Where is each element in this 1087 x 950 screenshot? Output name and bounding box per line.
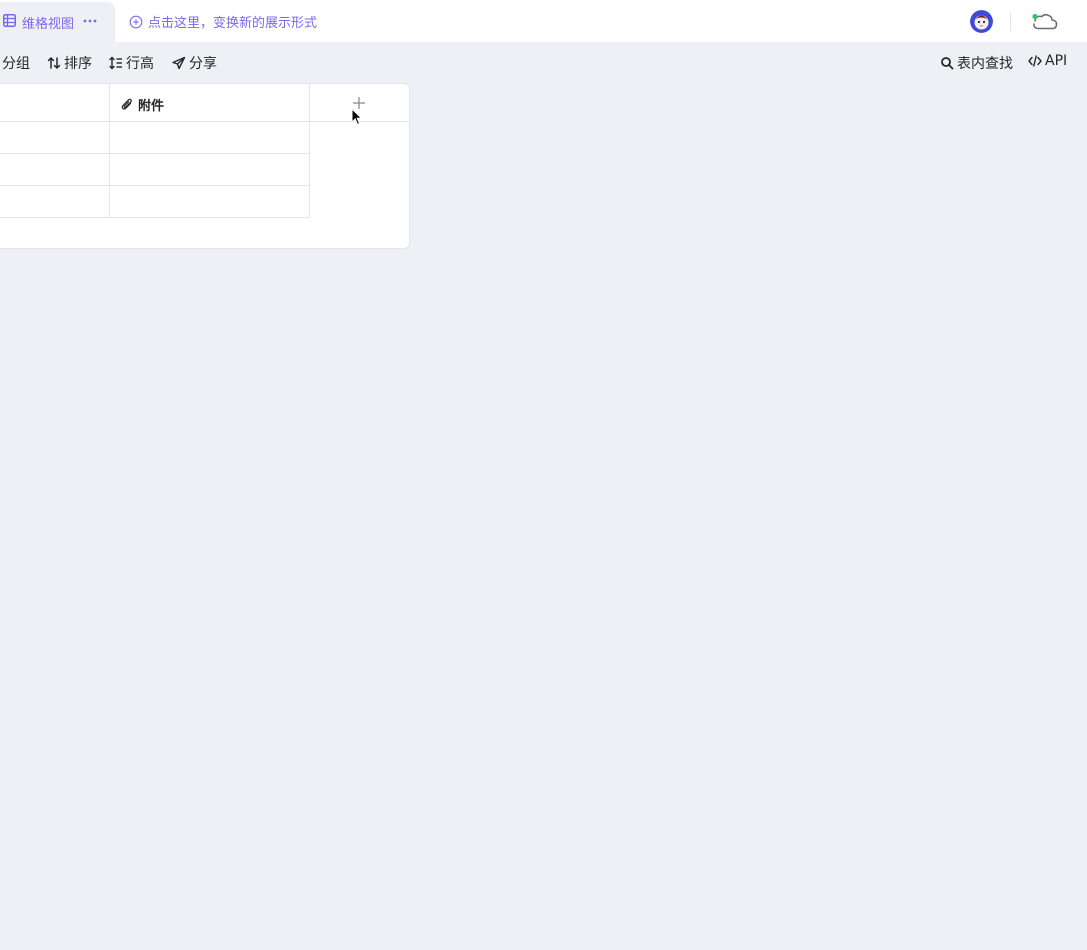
api-label: API: [1045, 53, 1068, 69]
view-tab-bar: 维格视图 点击这里，变换新的展示形式: [0, 0, 1087, 42]
attachment-icon: [121, 98, 132, 110]
search-icon: [941, 57, 954, 70]
table-cell-attachment[interactable]: [110, 186, 310, 218]
avatar-image: [970, 10, 993, 33]
row-height-label: 行高: [126, 56, 154, 72]
column-header-attachment-content: 附件: [121, 95, 164, 114]
share-label: 分享: [189, 56, 217, 72]
add-view-label: 点击这里，变换新的展示形式: [148, 16, 318, 31]
send-icon: [172, 56, 186, 70]
toolbar: 分组 排序 行高 分享 表内查找 API: [0, 46, 1087, 78]
add-view-button[interactable]: 点击这里，变换新的展示形式: [129, 12, 317, 31]
row-height-icon: [109, 56, 122, 70]
table-cell[interactable]: [0, 186, 110, 218]
grid-table: 附件: [0, 83, 410, 249]
search-in-table-button[interactable]: 表内查找: [940, 53, 1013, 73]
group-label: 分组: [2, 56, 30, 72]
cloud-sync-icon[interactable]: [1031, 12, 1059, 32]
column-header-first[interactable]: [0, 84, 110, 122]
sort-label: 排序: [64, 56, 92, 72]
search-label: 表内查找: [957, 56, 1013, 72]
add-field-cell[interactable]: [310, 84, 410, 122]
avatar[interactable]: [970, 10, 993, 33]
sort-button[interactable]: 排序: [47, 53, 92, 73]
table-cell-attachment[interactable]: [110, 154, 310, 186]
share-button[interactable]: 分享: [172, 53, 217, 73]
more-icon[interactable]: [82, 13, 98, 29]
column-header-attachment-label: 附件: [138, 99, 165, 114]
topbar-divider: [1010, 13, 1011, 31]
table-cell-attachment[interactable]: [110, 122, 310, 154]
row-height-button[interactable]: 行高: [109, 53, 154, 73]
table-row[interactable]: [0, 122, 310, 154]
code-icon: [1028, 55, 1042, 67]
sort-icon: [47, 57, 61, 69]
grid-view-icon: [3, 14, 16, 27]
plus-icon[interactable]: [352, 96, 366, 110]
table-row[interactable]: [0, 154, 310, 186]
api-button[interactable]: API: [1028, 53, 1067, 69]
tab-grid-view-label: 维格视图: [22, 17, 75, 32]
table-row[interactable]: [0, 186, 310, 218]
table-cell[interactable]: [0, 154, 110, 186]
tab-grid-view[interactable]: 维格视图: [0, 2, 115, 42]
column-header-attachment[interactable]: 附件: [110, 84, 310, 122]
table-cell[interactable]: [0, 122, 110, 154]
plus-circle-icon: [129, 15, 143, 28]
group-button[interactable]: 分组: [2, 53, 30, 73]
